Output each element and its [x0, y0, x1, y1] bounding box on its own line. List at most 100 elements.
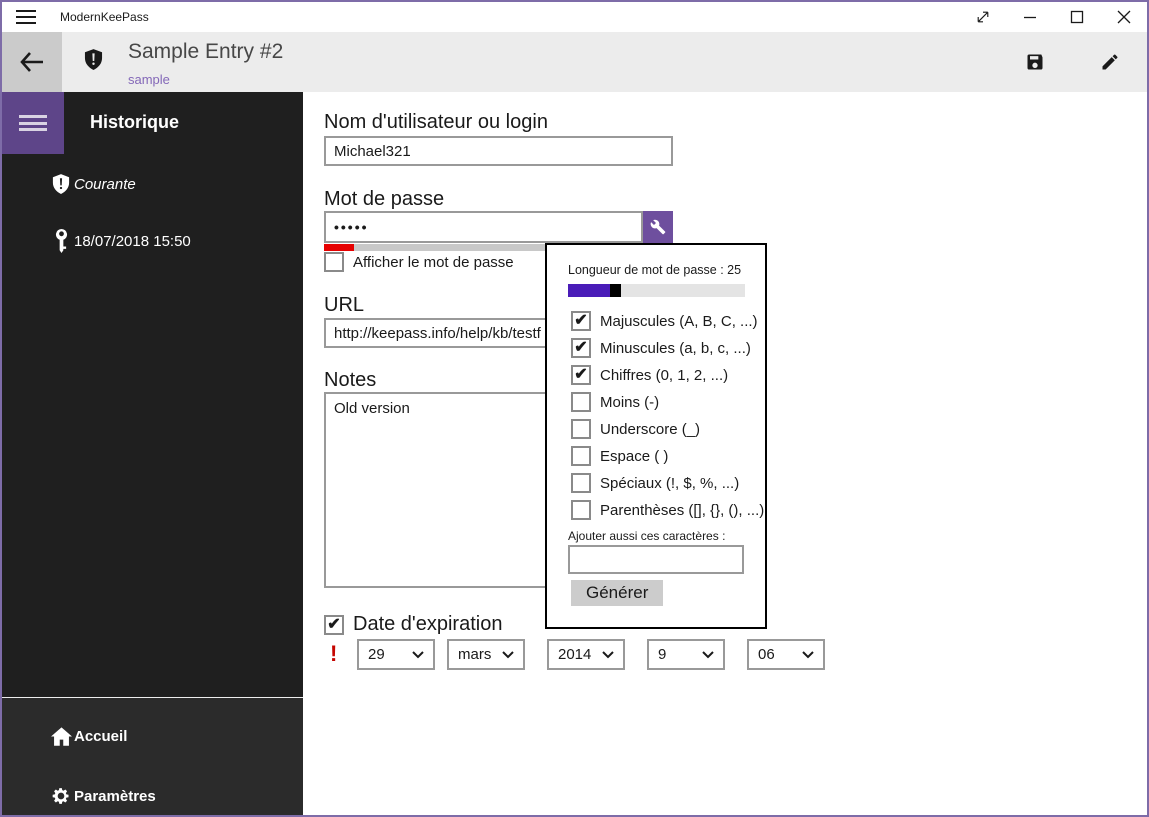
day-dropdown[interactable]: 29: [357, 639, 435, 670]
brackets-checkbox[interactable]: [571, 500, 591, 520]
save-icon: [1025, 52, 1045, 72]
app-bar: Sample Entry #2 sample: [2, 32, 1147, 92]
entry-shield-exclamation-icon: [84, 49, 103, 71]
titlebar-menu-icon[interactable]: [16, 10, 36, 24]
hour-value: 9: [658, 646, 667, 663]
option-digits: ✔ Chiffres (0, 1, 2, ...): [571, 365, 728, 385]
option-label: Espace ( ): [600, 447, 669, 465]
hour-dropdown[interactable]: 9: [647, 639, 725, 670]
additional-chars-label: Ajouter aussi ces caractères :: [568, 529, 726, 543]
chevron-down-icon: [702, 650, 714, 659]
year-dropdown[interactable]: 2014: [547, 639, 625, 670]
special-checkbox[interactable]: [571, 473, 591, 493]
option-underscore: Underscore (_): [571, 419, 700, 439]
shield-exclamation-icon: [50, 173, 72, 195]
underscore-checkbox[interactable]: [571, 419, 591, 439]
close-icon: [1117, 10, 1131, 24]
show-password-label: Afficher le mot de passe: [353, 253, 514, 271]
chevron-down-icon: [502, 650, 514, 659]
month-dropdown[interactable]: mars: [447, 639, 525, 670]
option-label: Spéciaux (!, $, %, ...): [600, 474, 740, 492]
expiration-label: Date d'expiration: [353, 613, 503, 635]
option-space: Espace ( ): [571, 446, 668, 466]
nav-hamburger-button[interactable]: [2, 92, 64, 154]
password-generator-button[interactable]: [643, 211, 673, 243]
lowercase-checkbox[interactable]: ✔: [571, 338, 591, 358]
fullscreen-icon: [975, 9, 991, 25]
notes-label: Notes: [324, 369, 377, 391]
option-label: Moins (-): [600, 393, 660, 411]
option-label: Minuscules (a, b, c, ...): [600, 339, 751, 357]
digits-checkbox[interactable]: ✔: [571, 365, 591, 385]
minus-checkbox[interactable]: [571, 392, 591, 412]
year-value: 2014: [558, 646, 592, 663]
fullscreen-button[interactable]: [959, 2, 1006, 32]
length-label: Longueur de mot de passe : 25: [568, 263, 742, 277]
password-input[interactable]: [324, 211, 643, 243]
entry-title: Sample Entry #2: [128, 40, 284, 63]
length-slider[interactable]: [568, 284, 745, 297]
wrench-icon: [650, 219, 666, 235]
pencil-icon: [1100, 52, 1120, 72]
sidebar-heading: Historique: [90, 112, 180, 132]
additional-chars-input[interactable]: [568, 545, 744, 574]
username-label: Nom d'utilisateur ou login: [324, 111, 548, 133]
maximize-button[interactable]: [1053, 2, 1100, 32]
back-arrow-icon: [19, 51, 45, 73]
option-lowercase: ✔ Minuscules (a, b, c, ...): [571, 338, 751, 358]
option-brackets: Parenthèses ([], {}, (), ...): [571, 500, 764, 520]
sidebar-item-label: Paramètres: [74, 787, 156, 805]
title-bar: ModernKeePass: [2, 2, 1147, 32]
generate-button[interactable]: Générer: [571, 580, 664, 606]
minimize-button[interactable]: [1006, 2, 1053, 32]
key-icon: [50, 229, 72, 253]
password-label: Mot de passe: [324, 188, 445, 210]
password-generator-popup: Longueur de mot de passe : 25 ✔ Majuscul…: [545, 243, 767, 629]
expiration-warning-icon: !: [330, 641, 338, 666]
option-label: Chiffres (0, 1, 2, ...): [600, 366, 729, 384]
username-input[interactable]: [324, 136, 673, 166]
sidebar-footer: Accueil Paramètres: [2, 697, 303, 815]
app-window: ModernKeePass Sample Entry #2 sample His…: [0, 0, 1149, 817]
option-special: Spéciaux (!, $, %, ...): [571, 473, 739, 493]
sidebar-item-settings[interactable]: Paramètres: [2, 776, 303, 815]
back-button[interactable]: [2, 32, 62, 92]
history-sidebar: Historique Courante 18/07/2018 15:50 Acc…: [2, 92, 303, 815]
option-label: Majuscules (A, B, C, ...): [600, 312, 758, 330]
slider-handle[interactable]: [610, 284, 622, 297]
minimize-icon: [1023, 10, 1037, 24]
uppercase-checkbox[interactable]: ✔: [571, 311, 591, 331]
save-button[interactable]: [997, 32, 1072, 92]
home-icon: [50, 726, 72, 746]
slider-fill: [568, 284, 611, 297]
maximize-icon: [1070, 10, 1084, 24]
option-minus: Moins (-): [571, 392, 659, 412]
close-button[interactable]: [1100, 2, 1147, 32]
chevron-down-icon: [802, 650, 814, 659]
sidebar-item-current[interactable]: Courante: [2, 164, 303, 204]
sidebar-item-label: 18/07/2018 15:50: [74, 232, 191, 250]
minute-value: 06: [758, 646, 775, 663]
option-label: Underscore (_): [600, 420, 701, 438]
sidebar-item-home[interactable]: Accueil: [2, 716, 303, 756]
url-label: URL: [324, 294, 365, 316]
minute-dropdown[interactable]: 06: [747, 639, 825, 670]
sidebar-item-label: Accueil: [74, 727, 128, 745]
chevron-down-icon: [412, 650, 424, 659]
expiration-checkbox[interactable]: ✔: [324, 614, 344, 635]
edit-button[interactable]: [1072, 32, 1147, 92]
window-title: ModernKeePass: [60, 10, 149, 24]
space-checkbox[interactable]: [571, 446, 591, 466]
entry-group-link[interactable]: sample: [128, 72, 170, 87]
option-uppercase: ✔ Majuscules (A, B, C, ...): [571, 311, 758, 331]
expiration-row: ✔ Date d'expiration: [324, 613, 502, 636]
month-value: mars: [458, 646, 492, 663]
show-password-checkbox[interactable]: [324, 252, 344, 272]
hamburger-icon: [19, 115, 47, 131]
chevron-down-icon: [602, 650, 614, 659]
show-password-row: Afficher le mot de passe: [324, 252, 514, 272]
sidebar-item-label: Courante: [74, 175, 136, 193]
sidebar-item-history-entry[interactable]: 18/07/2018 15:50: [2, 221, 303, 261]
day-value: 29: [368, 646, 385, 663]
gear-icon: [50, 786, 72, 806]
